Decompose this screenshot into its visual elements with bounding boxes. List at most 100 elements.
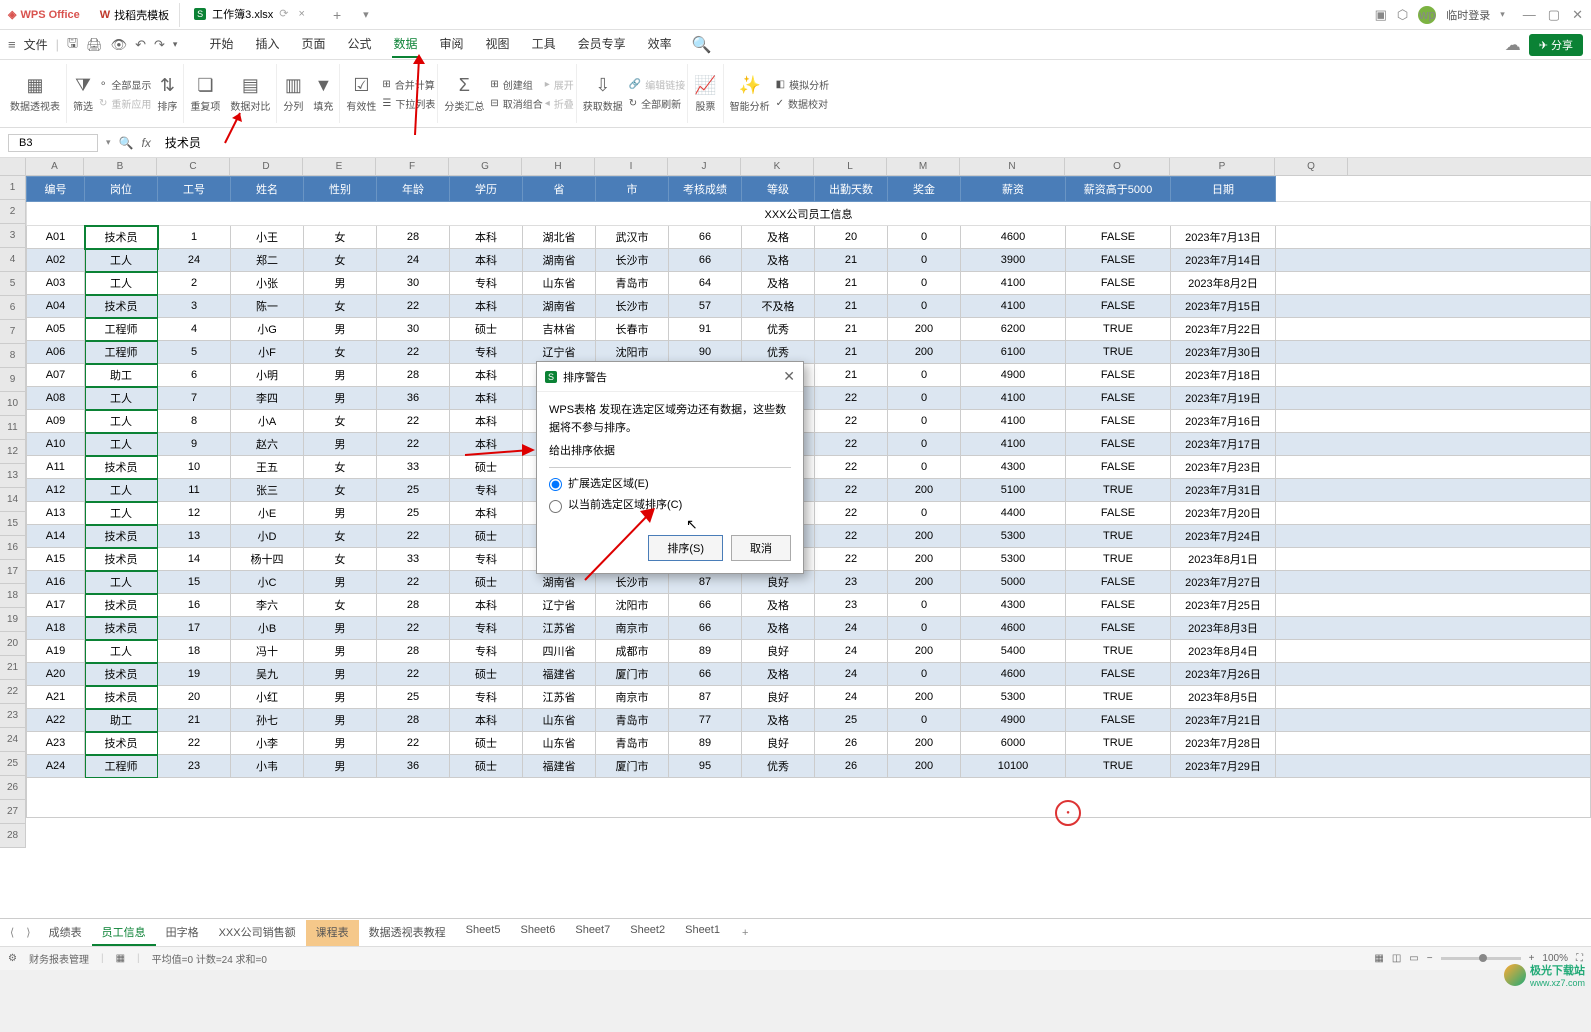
cell[interactable]: 33 [377,548,450,571]
sheet-tab[interactable]: 成绩表 [39,920,92,946]
cell[interactable]: 男 [304,663,377,686]
subtotal-button[interactable]: Σ分类汇总 [440,73,488,115]
cell[interactable]: 9 [158,433,231,456]
cell[interactable]: FALSE [1066,272,1171,295]
cell[interactable]: 南京市 [596,686,669,709]
cell[interactable]: 小王 [231,226,304,249]
cell[interactable]: 5400 [961,640,1066,663]
cell[interactable]: 技术员 [85,663,158,686]
row-header[interactable]: 11 [0,416,26,440]
cell[interactable]: 福建省 [523,755,596,778]
cell[interactable]: A01 [27,226,85,249]
cell[interactable]: 张三 [231,479,304,502]
cell[interactable]: 20 [815,226,888,249]
cell[interactable]: 女 [304,594,377,617]
cell[interactable]: 21 [815,341,888,364]
cell[interactable]: 22 [377,617,450,640]
sheet-tab[interactable]: Sheet5 [456,920,511,946]
cell[interactable]: A18 [27,617,85,640]
split-button[interactable]: ▥分列 [279,73,307,115]
column-header[interactable]: 薪资高于5000 [1066,177,1171,202]
cell[interactable]: A21 [27,686,85,709]
cell[interactable]: 26 [815,755,888,778]
view-break-icon[interactable]: ▭ [1409,953,1418,964]
row-header[interactable]: 22 [0,680,26,704]
cell[interactable]: 2023年8月3日 [1171,617,1276,640]
cell[interactable]: A10 [27,433,85,456]
sheet-tab[interactable]: XXX公司销售额 [209,920,306,946]
cell[interactable]: 1 [158,226,231,249]
cell[interactable]: 成都市 [596,640,669,663]
search-fx-icon[interactable]: 🔍 [119,136,134,150]
row-header[interactable]: 16 [0,536,26,560]
cell[interactable]: 91 [669,318,742,341]
cell[interactable]: 24 [815,663,888,686]
add-sheet-button[interactable]: + [734,927,756,939]
cell[interactable]: 本科 [450,410,523,433]
cell[interactable]: 2023年7月31日 [1171,479,1276,502]
cell[interactable]: 专科 [450,617,523,640]
smart-button[interactable]: ✨智能分析 [726,73,774,115]
cell[interactable]: 2023年7月15日 [1171,295,1276,318]
cell[interactable]: 2023年8月1日 [1171,548,1276,571]
cell[interactable]: 工人 [85,433,158,456]
cell[interactable]: 长春市 [596,318,669,341]
pivot-button[interactable]: ▦数据透视表 [6,73,64,115]
cell[interactable]: 14 [158,548,231,571]
cell[interactable]: 21 [815,295,888,318]
sheet-tab[interactable]: 数据透视表教程 [359,920,456,946]
sheet-tab[interactable]: 课程表 [306,920,359,946]
cell[interactable]: 硕士 [450,663,523,686]
cell[interactable]: 山东省 [523,732,596,755]
row-header[interactable]: 18 [0,584,26,608]
cell[interactable]: 30 [377,272,450,295]
cell[interactable]: 湖南省 [523,295,596,318]
cell[interactable]: 22 [815,387,888,410]
cell[interactable]: 福建省 [523,663,596,686]
cell[interactable]: 及格 [742,663,815,686]
cell[interactable]: 0 [888,249,961,272]
cell[interactable]: A07 [27,364,85,387]
cell[interactable]: 本科 [450,387,523,410]
cell[interactable]: 2023年7月19日 [1171,387,1276,410]
cell[interactable]: 专科 [450,341,523,364]
dropdown-icon[interactable]: ▾ [173,39,178,50]
cell[interactable]: 技术员 [85,594,158,617]
cell[interactable]: 22 [377,571,450,594]
row-header[interactable]: 28 [0,824,26,848]
cell[interactable]: 工人 [85,640,158,663]
cell[interactable]: 小F [231,341,304,364]
cell[interactable]: 及格 [742,226,815,249]
cell[interactable]: 四川省 [523,640,596,663]
cell[interactable]: 女 [304,548,377,571]
cell[interactable]: 小G [231,318,304,341]
cell[interactable]: 12 [158,502,231,525]
status-grid-icon[interactable]: ▦ [116,953,125,964]
cell[interactable]: 山东省 [523,709,596,732]
cell[interactable]: 技术员 [85,732,158,755]
cell[interactable]: 6000 [961,732,1066,755]
cell[interactable]: 2023年7月17日 [1171,433,1276,456]
validity-button[interactable]: ☑有效性 [342,73,380,115]
user-avatar[interactable]: wp [1418,6,1436,24]
cell[interactable]: 66 [669,226,742,249]
cell[interactable]: 22 [815,548,888,571]
col-header[interactable]: J [668,158,741,175]
cell[interactable]: 0 [888,709,961,732]
cell[interactable]: 26 [815,732,888,755]
share-button[interactable]: ✈ 分享 [1529,34,1583,56]
cell[interactable]: 11 [158,479,231,502]
cell[interactable]: 22 [377,295,450,318]
cell[interactable]: 本科 [450,594,523,617]
editlink-button[interactable]: 🔗编辑链接 [629,77,685,92]
cell[interactable]: 工人 [85,571,158,594]
cell[interactable]: 武汉市 [596,226,669,249]
col-header[interactable]: N [960,158,1065,175]
cell[interactable]: 23 [815,571,888,594]
col-header[interactable]: L [814,158,887,175]
cell[interactable]: 青岛市 [596,272,669,295]
cell[interactable]: 24 [377,249,450,272]
column-header[interactable]: 等级 [742,177,815,202]
row-header[interactable]: 10 [0,392,26,416]
cell[interactable]: 2023年8月2日 [1171,272,1276,295]
